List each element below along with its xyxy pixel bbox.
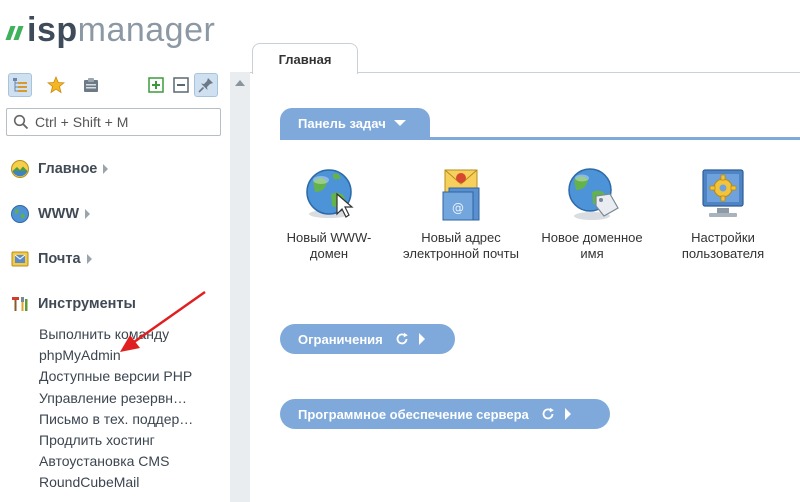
submenu-item-support-letter[interactable]: Письмо в тех. поддер… [39, 409, 193, 430]
monitor-gear-icon [702, 169, 744, 217]
sidebar-scrollbar[interactable] [230, 72, 250, 502]
globe-tag-icon [568, 168, 619, 220]
tree-view-icon [13, 78, 27, 92]
refresh-icon[interactable] [541, 407, 555, 421]
clipboard-icon [84, 78, 98, 92]
chevron-right-icon [564, 408, 571, 420]
sidebar-item-label: Инструменты [38, 296, 136, 312]
search-input[interactable] [35, 114, 215, 130]
globe-icon [10, 204, 30, 224]
chevron-right-icon [103, 164, 109, 174]
task-panel-title: Панель задач [298, 115, 386, 131]
submenu-item-backup[interactable]: Управление резервн… [39, 388, 193, 409]
clipboard-button[interactable] [79, 73, 103, 97]
sidebar-item-label: Главное [38, 161, 98, 177]
logo[interactable]: ispmanager [5, 10, 216, 50]
refresh-icon[interactable] [395, 332, 409, 346]
pin-button[interactable] [194, 73, 218, 97]
task-label: Новый адрес электронной почты [403, 230, 519, 261]
isp-manager-page: ispmanager Ctrl + Shift + M Главное WWW … [0, 0, 800, 502]
tab-main[interactable]: Главная [252, 43, 358, 74]
minus-box-icon [173, 77, 189, 93]
task-user-settings[interactable]: Настройки пользователя [663, 164, 783, 261]
search-icon [13, 114, 29, 130]
submenu-item-php-versions[interactable]: Доступные версии PHP [39, 366, 193, 387]
pin-icon [198, 78, 213, 93]
chevron-right-icon [418, 333, 425, 345]
search-box[interactable] [6, 108, 221, 136]
expand-all-button[interactable] [144, 73, 168, 97]
svg-text:@: @ [452, 201, 464, 215]
mail-icon [10, 249, 30, 269]
logo-text-isp: isp [27, 11, 78, 49]
left-toolbar [8, 73, 222, 99]
collapse-all-button[interactable] [169, 73, 193, 97]
chevron-right-icon [86, 254, 92, 264]
submenu-item-phpmyadmin[interactable]: phpMyAdmin [39, 345, 193, 366]
submenu-item-cms-install[interactable]: Автоустановка CMS [39, 451, 193, 472]
plus-box-icon [148, 77, 164, 93]
submenu-item-roundcube[interactable]: RoundCubeMail [39, 472, 193, 493]
sidebar-item-tools[interactable]: Инструменты [10, 293, 136, 315]
landscape-icon [10, 159, 30, 179]
mail-address-icon: @ [442, 169, 480, 221]
caret-down-icon [393, 120, 406, 126]
logo-mark-icon [5, 26, 24, 40]
sidebar-item-main[interactable]: Главное [10, 158, 109, 180]
sidebar-item-www[interactable]: WWW [10, 203, 91, 225]
globe-cursor-icon [306, 169, 354, 218]
task-label: Новый WWW-домен [286, 230, 372, 261]
star-icon [47, 76, 65, 94]
task-label: Новое доменное имя [541, 230, 643, 261]
task-label: Настройки пользователя [681, 230, 765, 261]
task-panel-header[interactable]: Панель задач [280, 108, 430, 138]
submenu-item-run-command[interactable]: Выполнить команду [39, 324, 193, 345]
server-software-title: Программное обеспечение сервера [298, 406, 529, 422]
tools-icon [10, 294, 30, 314]
logo-text-manager: manager [77, 11, 216, 49]
sidebar-item-mail[interactable]: Почта [10, 248, 92, 270]
task-new-www-domain[interactable]: Новый WWW-домен [269, 164, 389, 261]
scroll-up-arrow-icon[interactable] [235, 80, 245, 86]
tree-view-button[interactable] [8, 73, 32, 97]
tools-submenu: Выполнить команду phpMyAdmin Доступные в… [39, 324, 193, 494]
limits-section-header[interactable]: Ограничения [280, 324, 455, 354]
sidebar-item-label: Почта [38, 251, 81, 267]
favorites-button[interactable] [44, 73, 68, 97]
server-software-section-header[interactable]: Программное обеспечение сервера [280, 399, 610, 429]
submenu-item-renew-hosting[interactable]: Продлить хостинг [39, 430, 193, 451]
chevron-right-icon [85, 209, 91, 219]
sidebar-item-label: WWW [38, 206, 80, 222]
limits-title: Ограничения [298, 331, 383, 347]
task-new-domain-name[interactable]: Новое доменное имя [532, 164, 652, 261]
task-new-email-address[interactable]: @ Новый адрес электронной почты [401, 164, 521, 261]
